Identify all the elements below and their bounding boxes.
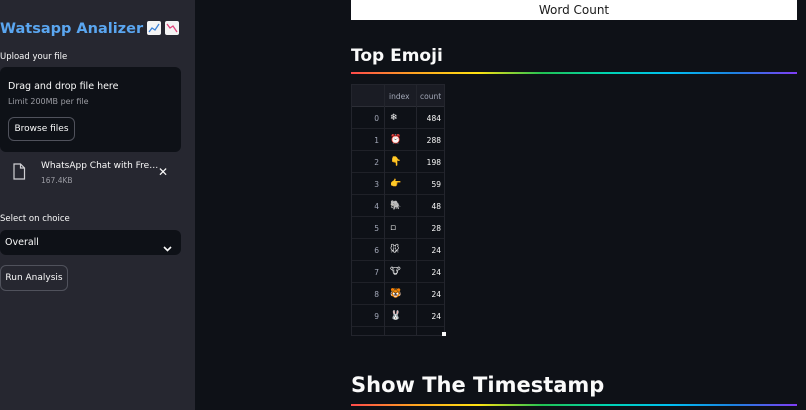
table-row: 6 🐭 24 bbox=[352, 239, 444, 261]
upload-label: Upload your file bbox=[0, 52, 68, 62]
count-cell: 24 bbox=[431, 267, 441, 277]
table-row: 8 🐯 24 bbox=[352, 283, 444, 305]
run-analysis-button[interactable]: Run Analysis bbox=[0, 265, 68, 291]
file-size: 167.4KB bbox=[41, 176, 73, 185]
count-cell: 484 bbox=[426, 113, 441, 123]
emoji-cell: ❄ bbox=[390, 113, 398, 123]
choice-select[interactable]: Overall bbox=[0, 230, 181, 255]
chart-increasing-icon bbox=[147, 21, 162, 35]
count-cell: 198 bbox=[426, 157, 441, 167]
file-dropzone[interactable]: Drag and drop file here Limit 200MB per … bbox=[0, 67, 181, 152]
table-header: index count bbox=[352, 85, 444, 107]
resize-handle[interactable] bbox=[442, 332, 446, 336]
count-cell: 48 bbox=[431, 201, 441, 211]
dropzone-limit: Limit 200MB per file bbox=[8, 97, 89, 106]
heading-divider bbox=[351, 72, 797, 74]
count-cell: 288 bbox=[426, 135, 441, 145]
table-row: 0 ❄ 484 bbox=[352, 107, 444, 129]
table-row: 3 👉 59 bbox=[352, 173, 444, 195]
file-icon bbox=[12, 163, 26, 184]
table-row: 1 ⏰ 288 bbox=[352, 129, 444, 151]
uploaded-file: WhatsApp Chat with Fres... 167.4KB ✕ bbox=[0, 158, 181, 190]
row-index: 7 bbox=[374, 267, 379, 277]
table-row: 5 ▫ 28 bbox=[352, 217, 444, 239]
select-value: Overall bbox=[5, 237, 39, 248]
emoji-cell: 🐭 bbox=[390, 245, 400, 255]
browse-files-button[interactable]: Browse files bbox=[8, 117, 75, 141]
emoji-cell: 🐰 bbox=[390, 311, 402, 321]
timestamp-heading: Show The Timestamp bbox=[351, 373, 605, 397]
row-index: 9 bbox=[374, 311, 379, 321]
emoji-cell: 🐘 bbox=[390, 201, 402, 211]
row-index: 4 bbox=[374, 201, 379, 211]
row-index: 5 bbox=[374, 223, 379, 233]
wordcloud-caption: Word Count bbox=[351, 0, 797, 20]
count-cell: 24 bbox=[431, 289, 441, 299]
emoji-cell: ⏰ bbox=[390, 135, 402, 145]
table-row: 4 🐘 48 bbox=[352, 195, 444, 217]
count-cell: 28 bbox=[431, 223, 441, 233]
count-cell: 24 bbox=[431, 311, 441, 321]
emoji-cell: 👇 bbox=[390, 157, 402, 167]
column-divider bbox=[384, 85, 385, 335]
row-index: 1 bbox=[374, 135, 379, 145]
table-row: 7 🐮 24 bbox=[352, 261, 444, 283]
close-icon[interactable]: ✕ bbox=[158, 165, 168, 179]
column-divider bbox=[416, 85, 417, 335]
sidebar: Watsapp Analizer Upload your file Drag a… bbox=[0, 0, 195, 410]
table-row: 2 👇 198 bbox=[352, 151, 444, 173]
table-row: 9 🐰 24 bbox=[352, 305, 444, 327]
app-title-text: Watsapp Analizer bbox=[0, 21, 144, 37]
row-index: 3 bbox=[374, 179, 379, 189]
select-label: Select on choice bbox=[0, 214, 70, 224]
row-index: 6 bbox=[374, 245, 379, 255]
emoji-cell: 👉 bbox=[390, 179, 402, 189]
file-name: WhatsApp Chat with Fres... bbox=[41, 161, 159, 171]
dropzone-title: Drag and drop file here bbox=[8, 81, 119, 92]
count-cell: 24 bbox=[431, 245, 441, 255]
row-index: 8 bbox=[374, 289, 379, 299]
chevron-down-icon bbox=[163, 238, 172, 257]
emoji-cell: ▫ bbox=[390, 223, 397, 233]
app-title: Watsapp Analizer bbox=[0, 21, 180, 37]
top-emoji-heading: Top Emoji bbox=[351, 46, 443, 66]
row-index: 0 bbox=[374, 113, 379, 123]
count-cell: 59 bbox=[431, 179, 441, 189]
heading-divider bbox=[351, 404, 797, 406]
column-header-count[interactable]: count bbox=[420, 85, 441, 107]
column-header-index[interactable]: index bbox=[389, 85, 410, 107]
emoji-cell: 🐮 bbox=[390, 267, 401, 277]
chart-decreasing-icon bbox=[165, 21, 180, 35]
emoji-cell: 🐯 bbox=[390, 289, 402, 299]
emoji-dataframe[interactable]: index count 0 ❄ 484 1 ⏰ 288 2 👇 198 3 👉 59 4 🐘 48 5 ▫ 28 6… bbox=[351, 84, 445, 336]
row-index: 2 bbox=[374, 157, 379, 167]
